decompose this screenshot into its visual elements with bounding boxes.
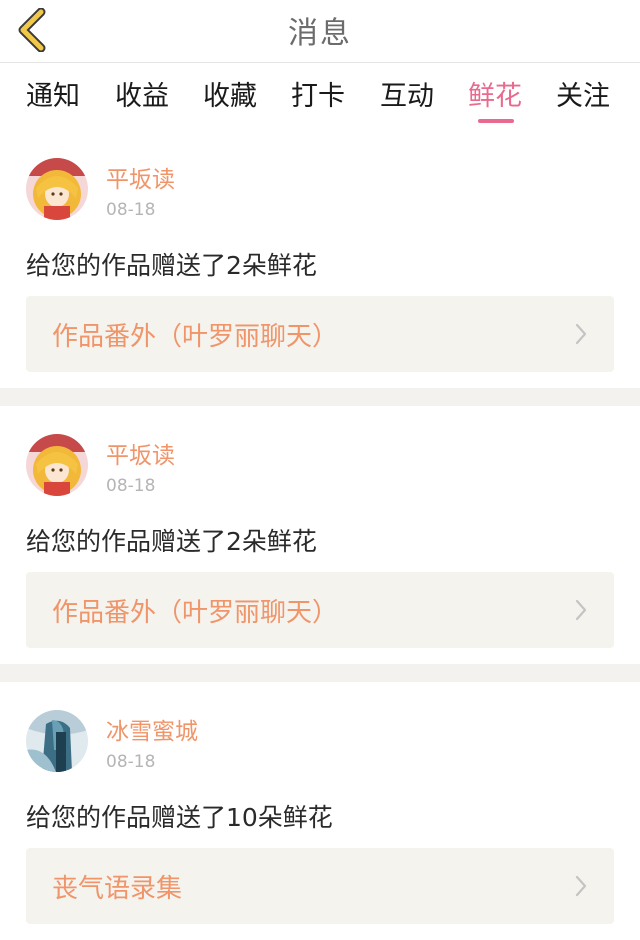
- username[interactable]: 冰雪蜜城: [106, 712, 198, 746]
- timestamp: 08-18: [106, 752, 156, 772]
- work-link[interactable]: 丧气语录集: [26, 848, 614, 924]
- divider: [0, 388, 640, 406]
- work-title: 丧气语录集: [52, 874, 183, 904]
- chevron-right-icon: [575, 875, 587, 897]
- username[interactable]: 平坂读: [106, 160, 175, 194]
- anime-girl-avatar-icon: [26, 434, 88, 496]
- timestamp: 08-18: [106, 200, 156, 220]
- timestamp: 08-18: [106, 476, 156, 496]
- blue-figure-avatar-icon: [26, 710, 88, 772]
- page-title: 消息: [288, 16, 352, 51]
- tab-flowers[interactable]: 鲜花: [468, 77, 522, 117]
- list-item: 平坂读 08-18 给您的作品赠送了2朵鲜花 作品番外（叶罗丽聊天）: [0, 130, 640, 388]
- notification-text: 给您的作品赠送了2朵鲜花: [26, 251, 317, 280]
- active-tab-indicator: [478, 119, 514, 123]
- tab-bar: 通知 收益 收藏 打卡 互动 鲜花 关注: [0, 62, 640, 130]
- work-title: 作品番外（叶罗丽聊天）: [52, 598, 339, 628]
- top-bar: 消息: [0, 0, 640, 60]
- avatar[interactable]: [26, 434, 88, 496]
- tab-checkin[interactable]: 打卡: [291, 77, 345, 117]
- back-button[interactable]: [8, 6, 56, 54]
- chevron-right-icon: [575, 323, 587, 345]
- divider: [0, 664, 640, 682]
- tab-earnings[interactable]: 收益: [115, 77, 169, 117]
- avatar[interactable]: [26, 710, 88, 772]
- tab-favorites[interactable]: 收藏: [203, 77, 257, 117]
- tab-interaction[interactable]: 互动: [380, 77, 434, 117]
- work-link[interactable]: 作品番外（叶罗丽聊天）: [26, 572, 614, 648]
- notification-text: 给您的作品赠送了10朵鲜花: [26, 803, 333, 832]
- chevron-left-icon: [18, 8, 46, 52]
- username[interactable]: 平坂读: [106, 436, 175, 470]
- tab-notify[interactable]: 通知: [26, 77, 80, 117]
- list-item: 冰雪蜜城 08-18 给您的作品赠送了10朵鲜花 丧气语录集: [0, 682, 640, 940]
- tab-follow[interactable]: 关注: [556, 77, 610, 117]
- list-item: 平坂读 08-18 给您的作品赠送了2朵鲜花 作品番外（叶罗丽聊天）: [0, 406, 640, 664]
- notification-text: 给您的作品赠送了2朵鲜花: [26, 527, 317, 556]
- work-link[interactable]: 作品番外（叶罗丽聊天）: [26, 296, 614, 372]
- chevron-right-icon: [575, 599, 587, 621]
- work-title: 作品番外（叶罗丽聊天）: [52, 322, 339, 352]
- anime-girl-avatar-icon: [26, 158, 88, 220]
- avatar[interactable]: [26, 158, 88, 220]
